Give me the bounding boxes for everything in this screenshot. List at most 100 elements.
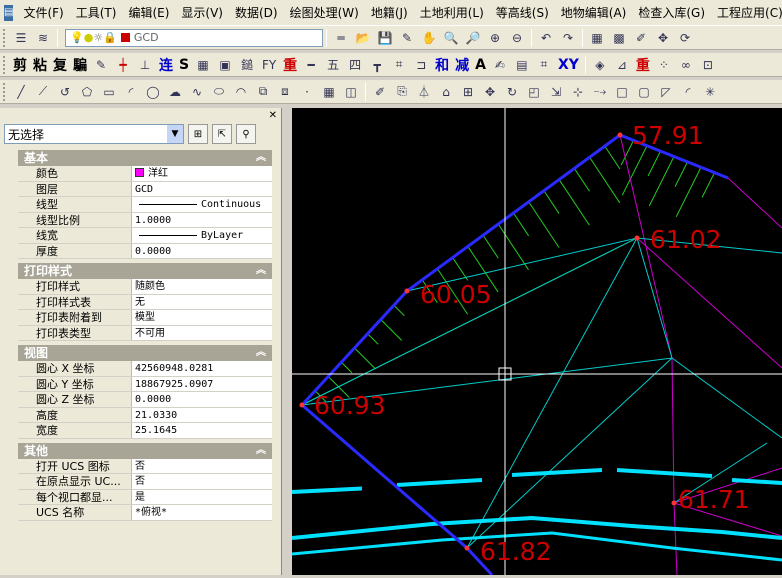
node-icon[interactable]: ⁘: [654, 55, 674, 75]
linetype-icon[interactable]: ═: [331, 28, 351, 48]
section-header[interactable]: 视图 ︽: [18, 345, 272, 361]
arc-icon[interactable]: ◜: [121, 82, 141, 102]
offset-icon[interactable]: ⌂: [436, 82, 456, 102]
pan-icon[interactable]: ✋: [419, 28, 439, 48]
section-header[interactable]: 基本 ︽: [18, 150, 272, 166]
redo-icon[interactable]: ↷: [558, 28, 578, 48]
brush-icon[interactable]: ✎: [91, 55, 111, 75]
property-row[interactable]: 圆心 Z 坐标 0.0000: [18, 392, 272, 408]
hatch-fill-icon[interactable]: ▦: [319, 82, 339, 102]
toolbar-grip[interactable]: [3, 82, 7, 101]
property-row[interactable]: 圆心 X 坐标 42560948.0281: [18, 361, 272, 377]
chamfer-icon[interactable]: ◸: [656, 82, 676, 102]
make-block-icon[interactable]: ⧈: [275, 82, 295, 102]
zoom-out-icon[interactable]: ⊖: [507, 28, 527, 48]
copy-object-icon[interactable]: ⎘: [392, 82, 412, 102]
insert-block-icon[interactable]: ⧉: [253, 82, 273, 102]
pencil-icon[interactable]: ✎: [397, 28, 417, 48]
section-header[interactable]: 其他 ︽: [18, 442, 272, 459]
hatch-line-icon[interactable]: ┳: [367, 55, 387, 75]
chevron-down-icon[interactable]: ▼: [167, 125, 183, 143]
property-value[interactable]: 0.0000: [132, 244, 272, 259]
point-icon[interactable]: ·: [297, 82, 317, 102]
properties-icon[interactable]: ▦: [587, 28, 607, 48]
toolbar-grip[interactable]: [3, 28, 7, 47]
trim-icon[interactable]: ⊹: [568, 82, 588, 102]
property-value[interactable]: 洋红: [132, 166, 272, 181]
fillet-icon[interactable]: ◜: [678, 82, 698, 102]
property-value[interactable]: Continuous: [132, 197, 272, 212]
paste-button[interactable]: 粘: [33, 55, 47, 75]
property-row[interactable]: 线型比例 1.0000: [18, 212, 272, 228]
property-value[interactable]: 0.0000: [132, 392, 272, 407]
ellipse-arc-icon[interactable]: ◠: [231, 82, 251, 102]
property-row[interactable]: 打开 UCS 图标否: [18, 458, 272, 474]
property-value[interactable]: 18867925.0907: [132, 377, 272, 392]
property-value[interactable]: GCD: [132, 182, 272, 197]
union-button[interactable]: 和: [435, 55, 449, 75]
grid-five-icon[interactable]: 五: [323, 55, 343, 75]
move-object-icon[interactable]: ✥: [480, 82, 500, 102]
s-curve-button[interactable]: S: [179, 57, 189, 73]
block-icon[interactable]: ▣: [215, 55, 235, 75]
property-row[interactable]: 打印样式表无: [18, 294, 272, 310]
drawing-canvas[interactable]: 57.91 61.02 60.05 60.93 61.71 61.82: [291, 108, 782, 577]
cut-button[interactable]: 剪: [13, 55, 27, 75]
property-value[interactable]: 模型: [132, 310, 272, 325]
zoom-realtime-icon[interactable]: 🔍: [441, 28, 461, 48]
app-icon[interactable]: ▤: [4, 4, 14, 21]
property-row[interactable]: 图层 GCD: [18, 181, 272, 197]
mirror-icon[interactable]: ⏃: [414, 82, 434, 102]
region-icon[interactable]: ◫: [341, 82, 361, 102]
menu-item[interactable]: 工具(T): [70, 0, 123, 26]
extend-icon[interactable]: ⊐: [411, 55, 431, 75]
hatch-icon[interactable]: ▦: [193, 55, 213, 75]
polyline-icon[interactable]: ⟋: [33, 82, 53, 102]
property-value[interactable]: 1.0000: [132, 213, 272, 228]
menu-item[interactable]: 数据(D): [229, 0, 284, 26]
open-icon[interactable]: 📂: [353, 28, 373, 48]
selection-dropdown[interactable]: 无选择 ▼: [4, 124, 184, 144]
save-icon[interactable]: 💾: [375, 28, 395, 48]
array-icon[interactable]: ⊞: [458, 82, 478, 102]
property-row[interactable]: 打印样式 随颜色: [18, 279, 272, 295]
property-row[interactable]: 高度 21.0330: [18, 407, 272, 423]
menu-item[interactable]: 绘图处理(W): [284, 0, 365, 26]
break-point-icon[interactable]: □: [612, 82, 632, 102]
dimension-icon[interactable]: ┿: [113, 55, 133, 75]
line-style-icon[interactable]: ━: [301, 55, 321, 75]
move-icon[interactable]: ✥: [653, 28, 673, 48]
property-value[interactable]: 否: [132, 459, 272, 474]
scale-icon[interactable]: ◰: [524, 82, 544, 102]
rectangle-icon[interactable]: ▭: [99, 82, 119, 102]
measure-icon[interactable]: ⊿: [612, 55, 632, 75]
layer-manager-icon[interactable]: ☰: [11, 28, 31, 48]
pattern-icon[interactable]: ▤: [512, 55, 532, 75]
menu-item[interactable]: 地物编辑(A): [555, 0, 633, 26]
select-objects-icon[interactable]: ⇱: [212, 124, 232, 144]
property-value[interactable]: 否: [132, 474, 272, 489]
toggle-icon[interactable]: ⊡: [698, 55, 718, 75]
edit-icon[interactable]: ✐: [631, 28, 651, 48]
menu-item[interactable]: 检查入库(G): [632, 0, 711, 26]
undo-icon[interactable]: ↶: [536, 28, 556, 48]
menu-item[interactable]: 文件(F): [17, 0, 69, 26]
copy-button[interactable]: 复: [53, 55, 67, 75]
menu-item[interactable]: 等高线(S): [490, 0, 555, 26]
extend-object-icon[interactable]: ⤍: [590, 82, 610, 102]
spline-icon[interactable]: ∿: [187, 82, 207, 102]
annotate-icon[interactable]: 鎚: [237, 55, 257, 75]
property-value[interactable]: 25.1645: [132, 423, 272, 438]
toolbar-grip[interactable]: [3, 55, 7, 74]
link-icon[interactable]: ∞: [676, 55, 696, 75]
ellipse-icon[interactable]: ⬭: [209, 82, 229, 102]
menu-item[interactable]: 土地利用(L): [414, 0, 490, 26]
menu-item[interactable]: 工程应用(C): [711, 0, 782, 26]
property-value[interactable]: 42560948.0281: [132, 361, 272, 376]
property-value[interactable]: 随颜色: [132, 279, 272, 294]
polygon-icon[interactable]: ⬠: [77, 82, 97, 102]
grid-icon[interactable]: ▩: [609, 28, 629, 48]
grid-hatch-icon[interactable]: ⌗: [534, 55, 554, 75]
break-icon[interactable]: ⊥: [135, 55, 155, 75]
property-row[interactable]: 圆心 Y 坐标 18867925.0907: [18, 376, 272, 392]
